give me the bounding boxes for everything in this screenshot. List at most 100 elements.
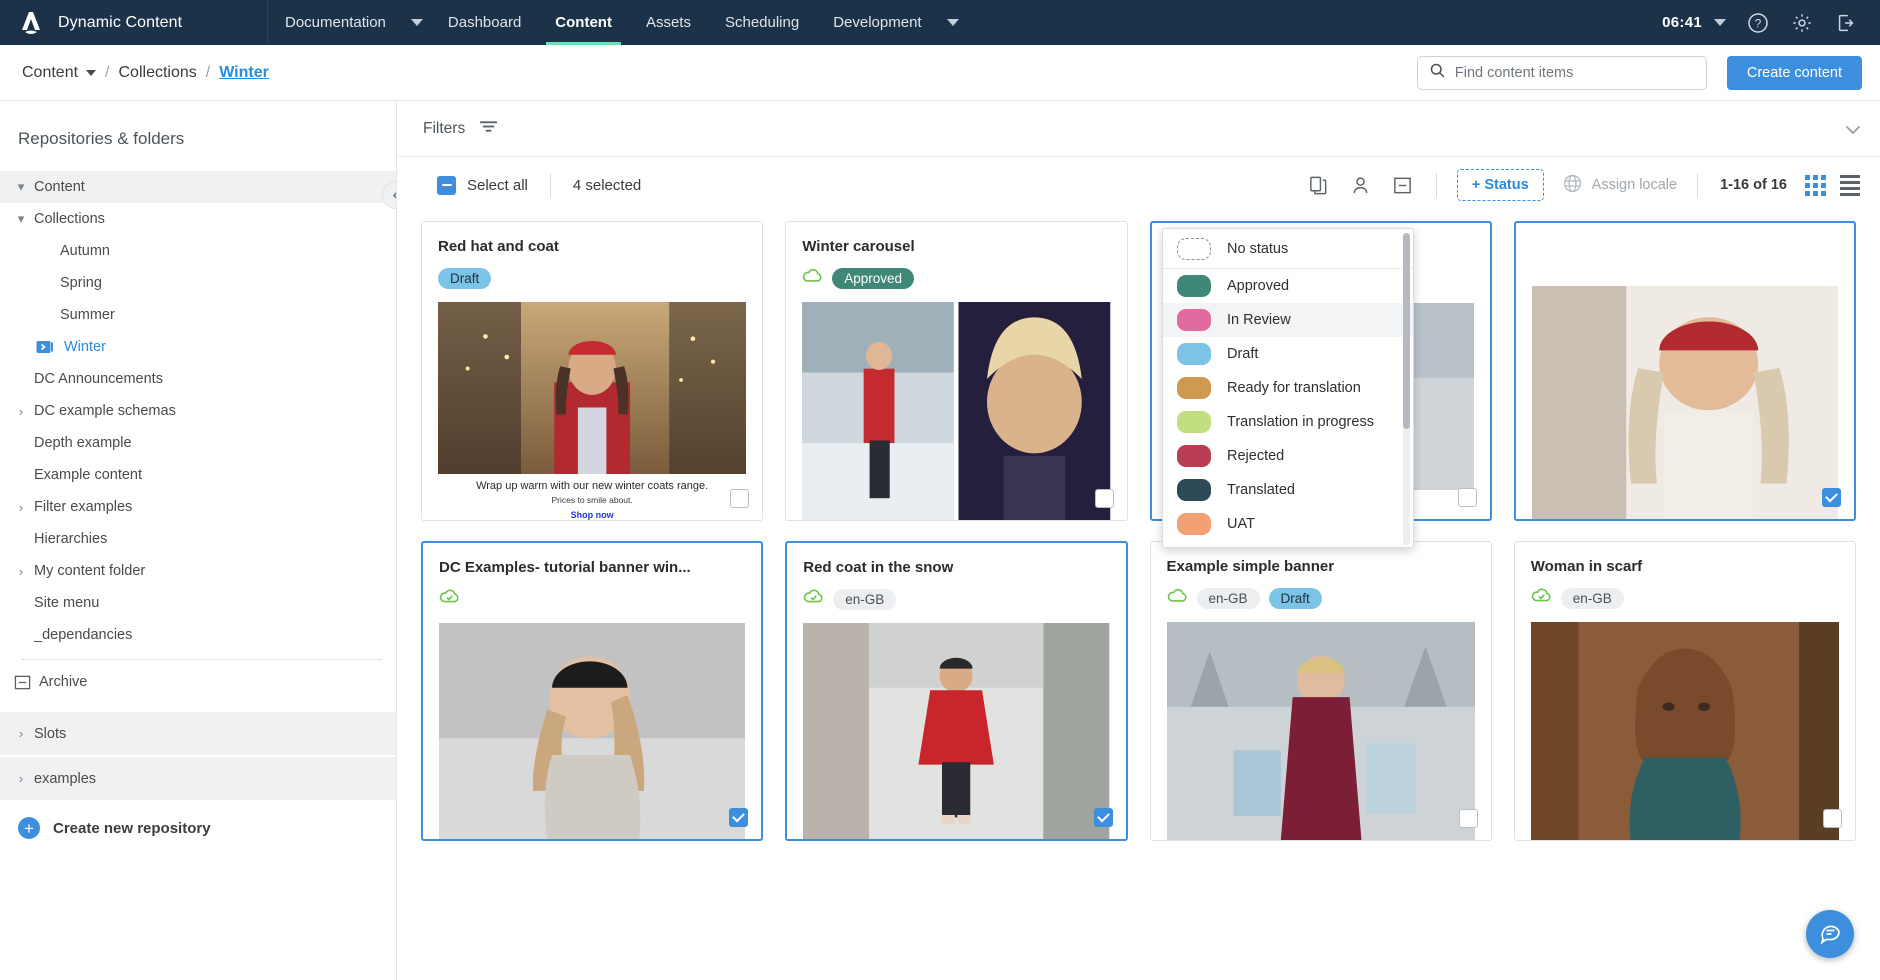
clock-chevron-down-icon[interactable] — [1714, 19, 1726, 26]
sidebar-item-winter[interactable]: Winter — [0, 331, 396, 363]
sidebar-item-dc-announcements[interactable]: DC Announcements — [0, 363, 396, 395]
card-select-checkbox[interactable] — [1822, 488, 1841, 507]
status-dropdown-menu[interactable]: No status Approved In Review Draft Ready… — [1162, 228, 1414, 548]
status-option-in-review[interactable]: In Review — [1163, 303, 1413, 337]
content-card-example-simple-banner[interactable]: Example simple banner en-GB Draft — [1149, 541, 1492, 841]
sidebar-item-autumn[interactable]: Autumn — [0, 235, 396, 267]
select-all-control[interactable]: Select all — [437, 175, 528, 195]
search-box[interactable] — [1416, 55, 1707, 90]
chevron-right-icon[interactable]: › — [8, 404, 34, 419]
grid-view-icon[interactable] — [1805, 174, 1826, 196]
status-badge[interactable]: Draft — [438, 267, 492, 289]
status-option-translated[interactable]: Translated — [1163, 473, 1413, 507]
gear-icon[interactable] — [1782, 3, 1822, 43]
status-option-approved[interactable]: Approved — [1163, 269, 1413, 303]
nav-item-scheduling[interactable]: Scheduling — [708, 0, 816, 45]
status-option-draft[interactable]: Draft — [1163, 337, 1413, 371]
create-new-repository-button[interactable]: + Create new repository — [0, 806, 396, 850]
chat-support-button[interactable] — [1806, 910, 1854, 958]
content-card-woman-in-scarf[interactable]: Woman in scarf en-GB — [1513, 541, 1856, 841]
chevron-right-icon[interactable]: › — [8, 564, 34, 579]
content-card-woman-red-beret[interactable] — [1513, 221, 1856, 521]
locale-badge[interactable]: en-GB — [1196, 587, 1260, 609]
status-menu-scrollbar-thumb[interactable] — [1403, 233, 1410, 429]
filters-collapse-chevron-down-icon[interactable] — [1842, 119, 1864, 141]
banner-caption-cta[interactable]: Shop now — [442, 510, 742, 520]
sidebar-item-spring[interactable]: Spring — [0, 267, 396, 299]
card-select-checkbox[interactable] — [730, 489, 750, 508]
card-title: Red coat in the snow — [803, 559, 954, 576]
add-status-button[interactable]: + Status — [1456, 169, 1544, 201]
svg-text:?: ? — [1755, 16, 1762, 30]
status-swatch-icon — [1177, 479, 1211, 501]
breadcrumb-collections[interactable]: Collections — [119, 64, 197, 82]
sidebar-item-examples[interactable]: › examples — [0, 757, 396, 800]
create-content-button[interactable]: Create content — [1726, 55, 1862, 90]
status-option-translation-in-progress[interactable]: Translation in progress — [1163, 405, 1413, 439]
chevron-right-icon[interactable]: › — [8, 500, 34, 515]
card-select-checkbox[interactable] — [1093, 808, 1113, 827]
documentation-chevron-down-icon[interactable] — [410, 19, 423, 26]
sidebar-item-slots[interactable]: › Slots — [0, 712, 396, 755]
card-media — [1166, 622, 1475, 840]
nav-item-dashboard[interactable]: Dashboard — [431, 0, 538, 45]
status-badge[interactable]: Draft — [1268, 587, 1322, 609]
select-all-checkbox[interactable] — [437, 175, 456, 195]
sidebar-item-depth-example[interactable]: Depth example — [0, 427, 396, 459]
content-card-dc-examples-tutorial-banner[interactable]: DC Examples- tutorial banner win... — [421, 541, 764, 841]
card-thumbnail-woman-black-beanie — [439, 623, 746, 839]
nav-item-documentation[interactable]: Documentation — [268, 0, 403, 45]
sidebar-item-content[interactable]: ▾ Content — [0, 171, 396, 203]
chevron-right-icon[interactable]: › — [8, 726, 34, 741]
nav-item-content[interactable]: Content — [538, 0, 629, 45]
logout-icon[interactable] — [1826, 3, 1866, 43]
breadcrumb-current-winter[interactable]: Winter — [219, 64, 269, 82]
status-option-uat[interactable]: UAT — [1163, 507, 1413, 541]
sidebar-item-my-content-folder[interactable]: › My content folder — [0, 555, 396, 587]
sidebar-item-dc-example-schemas[interactable]: › DC example schemas — [0, 395, 396, 427]
chevron-right-icon[interactable]: › — [8, 771, 34, 786]
card-select-checkbox[interactable] — [1823, 809, 1842, 828]
user-icon[interactable] — [1340, 166, 1382, 204]
sidebar-item-dependancies[interactable]: _dependancies — [0, 619, 396, 651]
chevron-down-icon[interactable]: ▾ — [8, 211, 34, 227]
locale-badge[interactable]: en-GB — [833, 588, 897, 610]
filter-icon[interactable] — [479, 119, 498, 139]
status-option-no-status[interactable]: No status — [1163, 229, 1413, 269]
filters-label[interactable]: Filters — [423, 120, 465, 138]
copy-icon[interactable] — [1298, 166, 1340, 204]
help-icon[interactable]: ? — [1738, 3, 1778, 43]
status-option-rejected[interactable]: Rejected — [1163, 439, 1413, 473]
locale-badge[interactable]: en-GB — [1560, 587, 1624, 609]
status-option-ready-for-translation[interactable]: Ready for translation — [1163, 371, 1413, 405]
card-select-checkbox[interactable] — [1458, 809, 1478, 828]
breadcrumb-chevron-down-icon[interactable] — [86, 69, 97, 76]
sidebar-item-example-content[interactable]: Example content — [0, 459, 396, 491]
development-chevron-down-icon[interactable] — [946, 19, 959, 26]
nav-item-assets[interactable]: Assets — [629, 0, 708, 45]
status-option-image-review[interactable]: Image review — [1163, 541, 1413, 547]
sidebar-item-archive[interactable]: Archive — [0, 666, 396, 698]
sidebar-item-collections[interactable]: ▾ Collections — [0, 203, 396, 235]
sidebar-item-site-menu[interactable]: Site menu — [0, 587, 396, 619]
sidebar-item-hierarchies[interactable]: Hierarchies — [0, 523, 396, 555]
sidebar-item-summer[interactable]: Summer — [0, 299, 396, 331]
card-thumbnail-red-coat-snow — [803, 623, 1110, 839]
content-card-red-hat-and-coat[interactable]: Red hat and coat Draft Wrap up warm with… — [421, 221, 764, 521]
archive-icon[interactable] — [1382, 166, 1424, 204]
content-card-red-coat-in-the-snow[interactable]: Red coat in the snow en-GB — [785, 541, 1128, 841]
sidebar-item-filter-examples[interactable]: › Filter examples — [0, 491, 396, 523]
content-card-winter-carousel[interactable]: Winter carousel Approved — [785, 221, 1128, 521]
card-select-checkbox[interactable] — [1094, 489, 1114, 508]
card-select-checkbox[interactable] — [729, 808, 749, 827]
list-view-icon[interactable] — [1840, 174, 1860, 196]
status-badge[interactable]: Approved — [832, 267, 915, 289]
search-input[interactable] — [1454, 64, 1695, 81]
assign-locale-button[interactable]: Assign locale — [1552, 173, 1687, 198]
breadcrumb-root[interactable]: Content — [22, 64, 78, 82]
chevron-down-icon[interactable]: ▾ — [8, 179, 34, 195]
card-select-checkbox[interactable] — [1457, 488, 1477, 507]
brand-area[interactable]: Dynamic Content — [0, 0, 268, 45]
nav-item-development[interactable]: Development — [816, 0, 938, 45]
sidebar-title: Repositories & folders — [18, 129, 185, 148]
